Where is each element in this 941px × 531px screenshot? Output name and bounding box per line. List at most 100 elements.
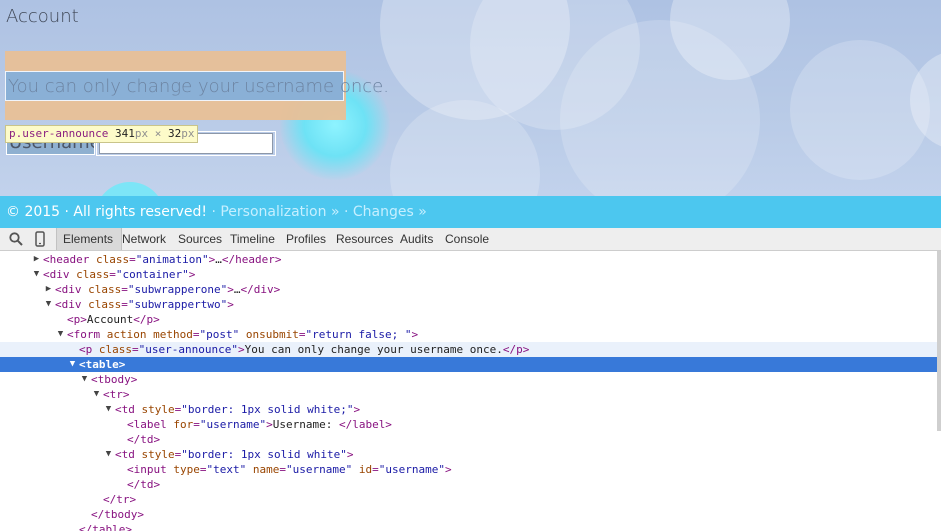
dom-node-row[interactable]: <label for="username">Username: </label>: [0, 417, 937, 432]
dom-node-row[interactable]: <p class="user-announce">You can only ch…: [0, 342, 937, 357]
expand-triangle-icon[interactable]: ▼: [44, 297, 53, 312]
markup-token: </tr>: [103, 493, 137, 506]
magnifier-icon[interactable]: [8, 231, 24, 247]
dom-node-row[interactable]: ▼ <td style="border: 1px solid white">: [0, 447, 937, 462]
markup-token: "return false; ": [305, 328, 412, 341]
tab-timeline[interactable]: Timeline: [230, 228, 275, 250]
dom-node-row[interactable]: </tbody>: [0, 507, 937, 522]
expand-triangle-icon[interactable]: ▼: [56, 327, 65, 342]
page-title: Account: [6, 6, 79, 27]
markup-token: class: [88, 298, 122, 311]
markup-token: >: [346, 448, 354, 461]
expand-triangle-icon[interactable]: ▼: [68, 357, 77, 372]
dom-node-markup: </tr>: [103, 492, 136, 507]
markup-token: =: [279, 463, 286, 476]
mobile-device-icon[interactable]: [32, 231, 48, 247]
tab-elements[interactable]: Elements: [56, 228, 122, 250]
footer-link-changes[interactable]: · Changes »: [340, 204, 427, 220]
user-announce-paragraph: You can only change your username once.: [5, 71, 389, 101]
dom-node-markup: <td style="border: 1px solid white">: [115, 447, 353, 462]
markup-token: onsubmit: [245, 328, 299, 341]
markup-token: "user-announce": [138, 343, 238, 356]
markup-token: style: [141, 403, 175, 416]
markup-token: id: [358, 463, 373, 476]
dom-node-row[interactable]: ▶ <div class="subwrapperone">…</div>: [0, 282, 937, 297]
markup-token: <div: [55, 283, 89, 296]
markup-token: class: [76, 268, 110, 281]
expand-triangle-icon[interactable]: ▼: [32, 267, 41, 282]
markup-token: action: [106, 328, 147, 341]
markup-token: You can only change your username once.: [244, 343, 503, 356]
markup-token: >: [353, 403, 361, 416]
markup-token: <input: [127, 463, 174, 476]
page-footer: © 2015 · All rights reserved! · Personal…: [0, 196, 941, 228]
dom-node-markup: <p class="user-announce">You can only ch…: [79, 342, 529, 357]
dom-node-row[interactable]: <p>Account</p>: [0, 312, 937, 327]
expand-triangle-icon[interactable]: ▼: [104, 447, 113, 462]
dom-node-row[interactable]: ▼ <div class="container">: [0, 267, 937, 282]
dom-node-row[interactable]: ▶ <header class="animation">…</header>: [0, 252, 937, 267]
dom-node-row[interactable]: </tr>: [0, 492, 937, 507]
collapsed-triangle-icon[interactable]: ▶: [44, 282, 53, 297]
markup-token: >: [188, 268, 196, 281]
markup-token: "animation": [135, 253, 209, 266]
expand-triangle-icon[interactable]: ▼: [92, 387, 101, 402]
bokeh-circle: [790, 40, 930, 180]
markup-token: <table>: [79, 358, 126, 371]
markup-token: >: [227, 298, 234, 311]
dom-node-row[interactable]: <input type="text" name="username" id="u…: [0, 462, 937, 477]
dom-node-row[interactable]: </table>: [0, 522, 937, 531]
footer-copyright: © 2015 · All rights reserved!: [6, 204, 207, 220]
tab-resources[interactable]: Resources: [336, 228, 393, 250]
dom-node-markup: <tr>: [103, 387, 130, 402]
dom-node-row[interactable]: </td>: [0, 432, 937, 447]
markup-token: </tbody>: [91, 508, 144, 521]
markup-token: class: [95, 253, 130, 266]
dom-node-row[interactable]: ▼ <tbody>: [0, 372, 937, 387]
scrollbar[interactable]: [937, 251, 941, 431]
markup-token: "border: 1px solid white": [181, 448, 347, 461]
markup-token: </div>: [240, 283, 281, 296]
markup-token: <p: [79, 343, 99, 356]
dom-node-row[interactable]: ▼ <table>: [0, 357, 937, 372]
markup-token: >: [266, 418, 273, 431]
inspect-tooltip: p.user-announce 341px × 32px: [5, 125, 199, 143]
markup-token: name: [252, 463, 280, 476]
markup-token: <tbody>: [91, 373, 138, 386]
tab-audits[interactable]: Audits: [400, 228, 433, 250]
dom-node-row[interactable]: </td>: [0, 477, 937, 492]
dom-node-markup: <header class="animation">…</header>: [43, 252, 281, 267]
markup-token: <tr>: [103, 388, 130, 401]
dom-node-markup: <table>: [79, 357, 125, 372]
collapsed-triangle-icon[interactable]: ▶: [32, 252, 41, 267]
dom-node-markup: <label for="username">Username: </label>: [127, 417, 392, 432]
dom-node-markup: <form action method="post" onsubmit="ret…: [67, 327, 418, 342]
dom-node-row[interactable]: ▼ <div class="subwrappertwo">: [0, 297, 937, 312]
markup-token: </p>: [133, 313, 160, 326]
markup-token: style: [141, 448, 175, 461]
tab-sources[interactable]: Sources: [178, 228, 222, 250]
dom-node-markup: <div class="container">: [43, 267, 195, 282]
dom-node-row[interactable]: ▼ <td style="border: 1px solid white;">: [0, 402, 937, 417]
tab-profiles[interactable]: Profiles: [286, 228, 326, 250]
markup-token: <td: [115, 403, 142, 416]
markup-token: for: [173, 418, 194, 431]
tab-console[interactable]: Console: [445, 228, 489, 250]
dom-node-row[interactable]: ▼ <form action method="post" onsubmit="re…: [0, 327, 937, 342]
expand-triangle-icon[interactable]: ▼: [80, 372, 89, 387]
dom-node-row[interactable]: ▼ <tr>: [0, 387, 937, 402]
tooltip-unit: px: [134, 127, 149, 140]
markup-token: class: [98, 343, 132, 356]
dom-node-markup: </td>: [127, 477, 160, 492]
markup-token: [239, 328, 246, 341]
markup-token: >: [444, 463, 452, 476]
markup-token: </header>: [221, 253, 282, 266]
markup-token: <header: [43, 253, 96, 266]
tooltip-selector: p.user-announce: [9, 127, 109, 140]
footer-link-personalization[interactable]: · Personalization »: [207, 204, 339, 220]
markup-token: </td>: [127, 433, 161, 446]
dom-tree[interactable]: ▶ <header class="animation">…</header> ▼ <d…: [0, 251, 941, 531]
tab-network[interactable]: Network: [122, 228, 166, 250]
dom-node-markup: <p>Account</p>: [67, 312, 160, 327]
expand-triangle-icon[interactable]: ▼: [104, 402, 113, 417]
